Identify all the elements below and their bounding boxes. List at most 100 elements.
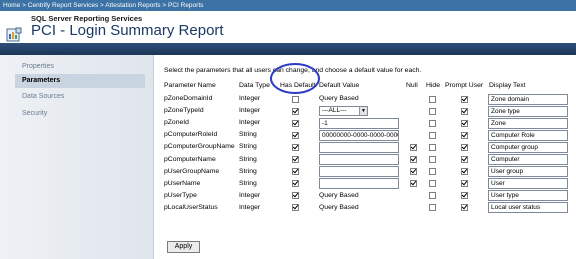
table-row: pUserGroupName String User group xyxy=(155,166,576,178)
parameters-panel: Select the parameters that all users can… xyxy=(155,55,576,259)
prompt-user-checkbox[interactable] xyxy=(461,107,468,115)
display-text-input[interactable]: User type xyxy=(488,190,568,202)
header-band xyxy=(0,43,576,55)
default-value-input[interactable]: -1 xyxy=(319,117,399,129)
prompt-user-checkbox[interactable] xyxy=(461,168,468,176)
null-checkbox[interactable] xyxy=(410,156,417,163)
sidebar-item-data-sources[interactable]: Data Sources xyxy=(15,90,145,104)
has-default-checkbox[interactable] xyxy=(292,192,299,200)
apply-button[interactable]: Apply xyxy=(167,241,200,253)
hide-checkbox[interactable] xyxy=(429,119,436,127)
breadcrumb-pci[interactable]: PCI Reports xyxy=(168,2,203,9)
data-type: Integer xyxy=(239,191,261,199)
default-value-text: Query Based xyxy=(319,203,359,211)
sidebar: Properties Parameters Data Sources Secur… xyxy=(0,55,154,259)
prompt-user-checkbox[interactable] xyxy=(461,156,468,163)
has-default-checkbox[interactable] xyxy=(292,107,299,115)
hide-checkbox[interactable] xyxy=(429,156,436,163)
has-default-checkbox[interactable] xyxy=(292,156,299,163)
report-icon xyxy=(6,27,22,42)
default-value-text: Query Based xyxy=(319,95,359,102)
select-value: ---ALL--- xyxy=(322,107,347,115)
hide-checkbox[interactable] xyxy=(429,168,436,176)
hide-checkbox[interactable] xyxy=(429,95,436,103)
default-value-input[interactable] xyxy=(319,166,399,178)
display-text-input[interactable]: Computer Role xyxy=(488,129,568,141)
column-header-hide: Hide xyxy=(426,82,440,89)
breadcrumb-centrify[interactable]: Centrify Report Services xyxy=(28,2,98,9)
display-text-input[interactable]: User xyxy=(488,178,568,190)
table-row: pZoneDomainId Integer Query Based Zone doma… xyxy=(155,93,576,105)
default-value-input[interactable] xyxy=(319,178,399,190)
column-header-default-value: Default Value xyxy=(319,82,360,89)
display-text-input[interactable]: User group xyxy=(488,166,568,178)
table-row: pComputerRoleId String 00000000-0000-0000-… xyxy=(155,129,576,141)
display-text-input[interactable]: Computer group xyxy=(488,141,568,153)
column-header-display-text: Display Text xyxy=(489,82,526,89)
page-title: PCI - Login Summary Report xyxy=(31,22,224,39)
has-default-checkbox[interactable] xyxy=(292,131,299,139)
null-checkbox[interactable] xyxy=(410,180,417,188)
prompt-user-checkbox[interactable] xyxy=(461,192,468,200)
data-type: Integer xyxy=(239,107,261,115)
hide-checkbox[interactable] xyxy=(429,107,436,115)
parameter-name: pComputerRoleId xyxy=(164,131,218,139)
table-row: pZoneId Integer -1 Zone xyxy=(155,117,576,129)
has-default-checkbox[interactable] xyxy=(292,95,299,103)
column-header-data-type: Data Type xyxy=(239,82,270,89)
table-row: pComputerName String Computer xyxy=(155,154,576,166)
column-header-prompt-user: Prompt User xyxy=(445,82,484,89)
hide-checkbox[interactable] xyxy=(429,131,436,139)
display-text-input[interactable]: Zone domain xyxy=(488,93,568,105)
hide-checkbox[interactable] xyxy=(429,180,436,188)
prompt-user-checkbox[interactable] xyxy=(461,180,468,188)
prompt-user-checkbox[interactable] xyxy=(461,143,468,151)
display-text-input[interactable]: Zone xyxy=(488,117,568,129)
parameter-name: pComputerGroupName xyxy=(164,143,235,151)
display-text-input[interactable]: Local user status xyxy=(488,202,568,214)
data-type: String xyxy=(239,143,257,151)
prompt-user-checkbox[interactable] xyxy=(461,119,468,127)
breadcrumb-separator: > xyxy=(162,2,167,9)
default-value-input[interactable] xyxy=(319,141,399,153)
sidebar-item-parameters[interactable]: Parameters xyxy=(15,74,145,88)
parameter-name: pUserType xyxy=(164,191,197,199)
table-row: pLocalUserStatus Integer Query Based Local … xyxy=(155,202,576,214)
data-type: String xyxy=(239,167,257,175)
null-checkbox[interactable] xyxy=(410,168,417,176)
prompt-user-checkbox[interactable] xyxy=(461,95,468,103)
table-row: pUserType Integer Query Based User type xyxy=(155,190,576,202)
default-value-text: Query Based xyxy=(319,191,359,199)
has-default-checkbox[interactable] xyxy=(292,168,299,176)
hide-checkbox[interactable] xyxy=(429,143,436,151)
parameter-name: pZoneId xyxy=(164,119,189,127)
null-checkbox[interactable] xyxy=(410,143,417,151)
column-header-parameter-name: Parameter Name xyxy=(164,82,216,89)
parameter-name: pZoneTypeId xyxy=(164,107,204,115)
default-value-input[interactable]: 00000000-0000-0000-0000 xyxy=(319,129,399,141)
display-text-input[interactable]: Zone type xyxy=(488,105,568,117)
has-default-checkbox[interactable] xyxy=(292,204,299,212)
breadcrumb-attestation[interactable]: Attestation Reports xyxy=(105,2,160,9)
parameter-name: pComputerName xyxy=(164,155,216,163)
hide-checkbox[interactable] xyxy=(429,192,436,200)
prompt-user-checkbox[interactable] xyxy=(461,131,468,139)
data-type: String xyxy=(239,131,257,139)
chevron-down-icon[interactable]: ▼ xyxy=(359,107,367,116)
prompt-user-checkbox[interactable] xyxy=(461,204,468,212)
breadcrumb-home[interactable]: Home xyxy=(3,2,20,9)
data-type: String xyxy=(239,179,257,187)
sidebar-item-security[interactable]: Security xyxy=(15,107,145,121)
parameter-name: pUserGroupName xyxy=(164,167,220,175)
sidebar-item-properties[interactable]: Properties xyxy=(15,60,145,74)
breadcrumb-separator: > xyxy=(22,2,26,9)
default-value-input[interactable] xyxy=(319,154,399,165)
has-default-checkbox[interactable] xyxy=(292,119,299,127)
has-default-checkbox[interactable] xyxy=(292,143,299,151)
display-text-input[interactable]: Computer xyxy=(488,154,568,165)
parameter-name: pUserName xyxy=(164,179,201,187)
hide-checkbox[interactable] xyxy=(429,204,436,212)
has-default-checkbox[interactable] xyxy=(292,180,299,188)
default-value-select[interactable]: ---ALL--- ▼ xyxy=(319,106,368,117)
table-row: pUserName String User xyxy=(155,178,576,190)
